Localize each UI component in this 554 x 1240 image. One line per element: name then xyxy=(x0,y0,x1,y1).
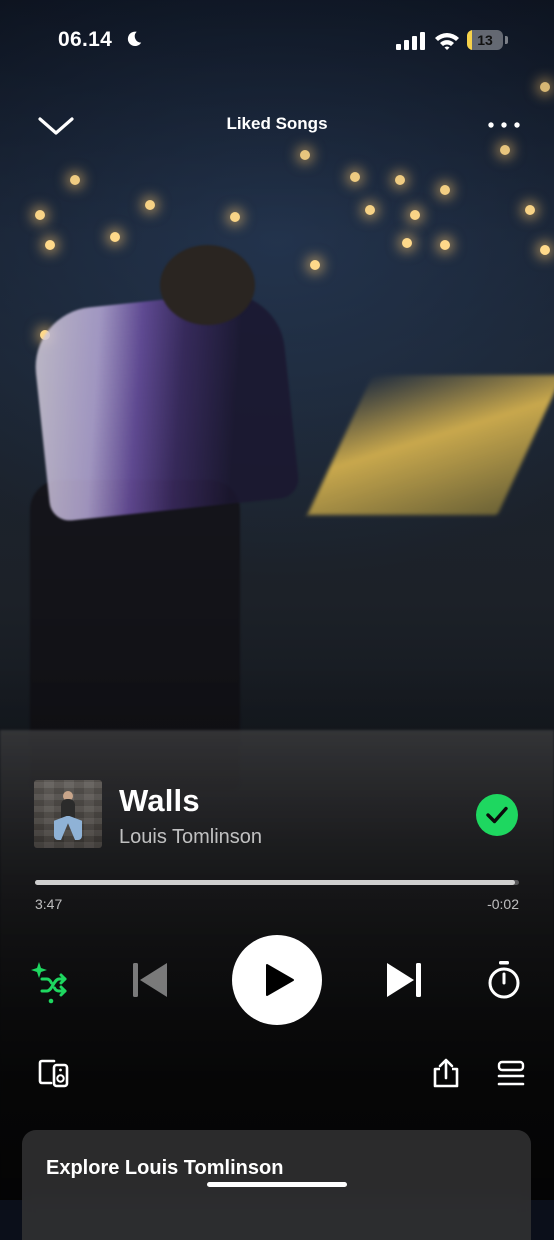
playlist-title: Liked Songs xyxy=(226,114,328,133)
player-header: Liked Songs xyxy=(0,104,554,146)
progress-bar[interactable] xyxy=(35,880,519,885)
playback-controls xyxy=(0,934,554,1025)
moon-icon xyxy=(127,31,142,47)
time-readout: 3:47 -0:02 xyxy=(35,896,519,914)
play-button[interactable] xyxy=(232,935,322,1025)
elapsed-time: 3:47 xyxy=(35,896,63,912)
status-bar: 06.14 13 xyxy=(0,28,554,56)
progress-fill xyxy=(35,880,515,885)
skip-next-icon[interactable] xyxy=(385,961,423,999)
bottom-actions xyxy=(0,1056,554,1090)
status-time: 06.14 xyxy=(58,28,113,51)
remaining-time: -0:02 xyxy=(487,896,519,912)
check-icon xyxy=(486,806,508,824)
wifi-icon xyxy=(435,33,459,50)
battery-icon: 13 xyxy=(467,30,511,52)
sleep-timer-icon[interactable] xyxy=(486,960,522,1000)
play-icon xyxy=(266,964,294,996)
liked-button[interactable] xyxy=(476,794,518,836)
artist-name[interactable]: Louis Tomlinson xyxy=(119,826,262,849)
song-title[interactable]: Walls xyxy=(119,783,200,819)
album-art[interactable] xyxy=(34,780,102,848)
queue-icon[interactable] xyxy=(497,1060,525,1088)
explore-artist-label: Explore Louis Tomlinson xyxy=(46,1157,284,1179)
connect-devices-icon[interactable] xyxy=(38,1058,70,1088)
more-icon[interactable] xyxy=(486,110,522,140)
cellular-signal-icon xyxy=(396,32,425,50)
home-indicator[interactable] xyxy=(207,1182,347,1187)
track-info: Walls Louis Tomlinson xyxy=(0,780,554,850)
smart-shuffle-icon[interactable] xyxy=(30,960,70,1004)
battery-level: 13 xyxy=(477,32,493,48)
skip-previous-icon[interactable] xyxy=(131,961,169,999)
share-icon[interactable] xyxy=(431,1058,461,1088)
